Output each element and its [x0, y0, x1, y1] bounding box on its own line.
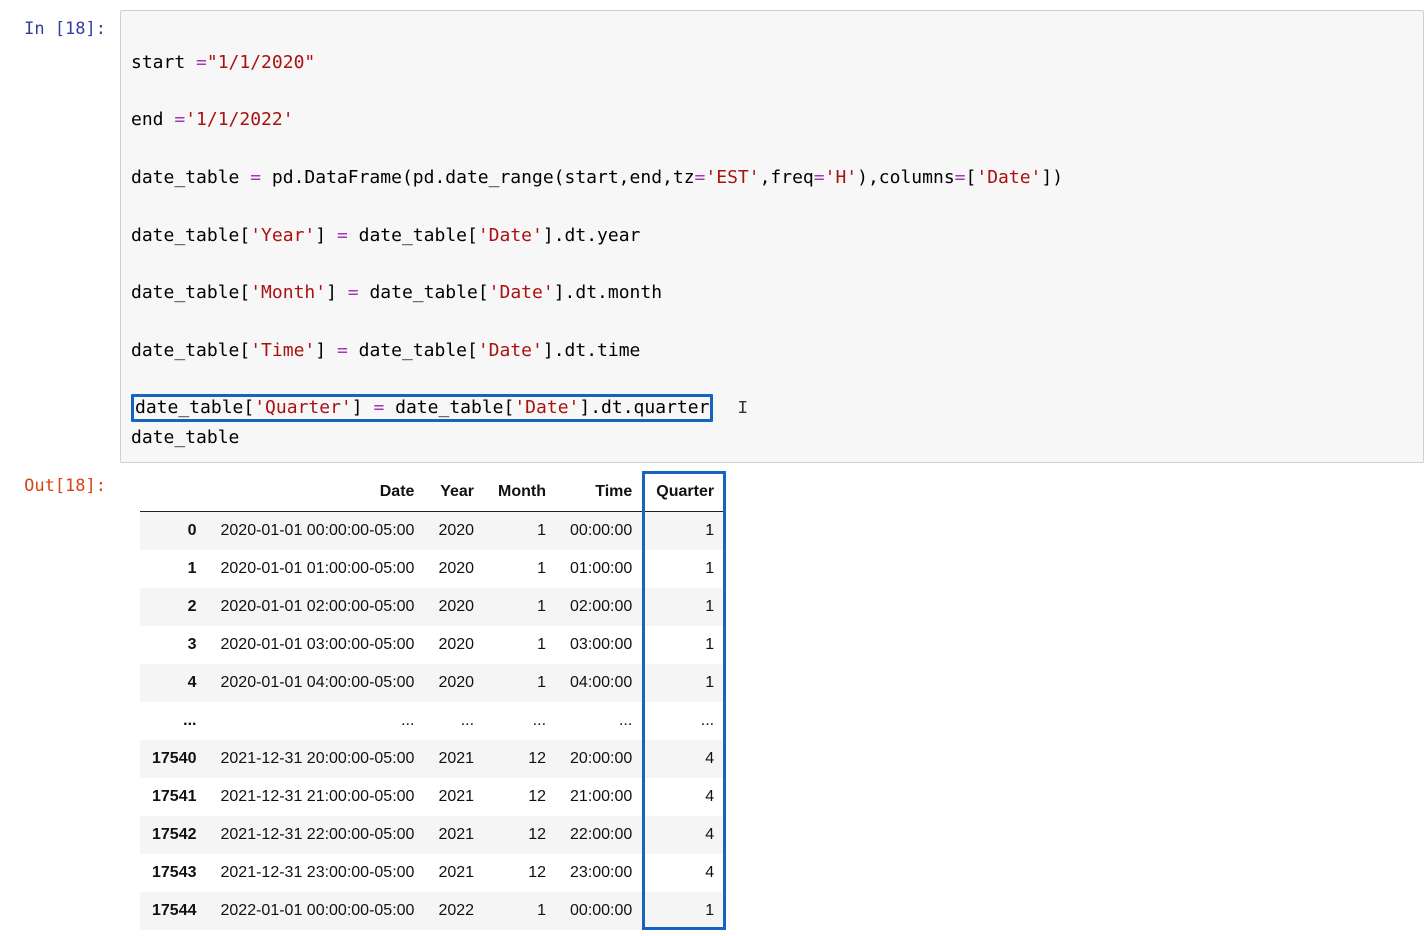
cell-date: 2021-12-31 21:00:00-05:00: [209, 778, 427, 816]
table-row: 175422021-12-31 22:00:00-05:0020211222:0…: [140, 816, 726, 854]
row-index: 3: [140, 626, 209, 664]
cell-month: ...: [486, 702, 558, 740]
row-index: 1: [140, 550, 209, 588]
row-index: 0: [140, 511, 209, 550]
cell-time: 00:00:00: [558, 892, 644, 930]
col-header-year: Year: [426, 473, 486, 512]
col-header-time: Time: [558, 473, 644, 512]
cell-month: 12: [486, 816, 558, 854]
cell-month: 12: [486, 854, 558, 892]
row-index: 4: [140, 664, 209, 702]
code-input-area[interactable]: start ="1/1/2020" end ='1/1/2022' date_t…: [120, 10, 1424, 463]
cell-date: ...: [209, 702, 427, 740]
col-header-month: Month: [486, 473, 558, 512]
cell-time: 02:00:00: [558, 588, 644, 626]
cell-time: 20:00:00: [558, 740, 644, 778]
table-row: 02020-01-01 00:00:00-05:002020100:00:001: [140, 511, 726, 550]
row-index: 17540: [140, 740, 209, 778]
cell-quarter: 1: [644, 588, 726, 626]
cell-date: 2021-12-31 23:00:00-05:00: [209, 854, 427, 892]
row-index: 2: [140, 588, 209, 626]
row-index: ...: [140, 702, 209, 740]
table-row: 42020-01-01 04:00:00-05:002020104:00:001: [140, 664, 726, 702]
col-header-index: [140, 473, 209, 512]
cell-date: 2020-01-01 00:00:00-05:00: [209, 511, 427, 550]
table-row: 175412021-12-31 21:00:00-05:0020211221:0…: [140, 778, 726, 816]
cell-month: 1: [486, 550, 558, 588]
col-header-date: Date: [209, 473, 427, 512]
cell-time: ...: [558, 702, 644, 740]
row-index: 17542: [140, 816, 209, 854]
cell-quarter: 4: [644, 816, 726, 854]
cell-year: ...: [426, 702, 486, 740]
cell-date: 2020-01-01 01:00:00-05:00: [209, 550, 427, 588]
cell-date: 2022-01-01 00:00:00-05:00: [209, 892, 427, 930]
cell-year: 2021: [426, 778, 486, 816]
table-row: 22020-01-01 02:00:00-05:002020102:00:001: [140, 588, 726, 626]
cell-quarter: 1: [644, 664, 726, 702]
notebook-output-cell: Out[18]: Date Year Month Time Quarter 02…: [0, 467, 1424, 933]
cell-quarter: 4: [644, 740, 726, 778]
cell-date: 2021-12-31 20:00:00-05:00: [209, 740, 427, 778]
cell-quarter: 4: [644, 854, 726, 892]
cell-quarter: 1: [644, 511, 726, 550]
cell-month: 12: [486, 740, 558, 778]
cell-month: 1: [486, 511, 558, 550]
table-row: 12020-01-01 01:00:00-05:002020101:00:001: [140, 550, 726, 588]
cell-year: 2020: [426, 511, 486, 550]
cell-quarter: 1: [644, 892, 726, 930]
cell-date: 2020-01-01 02:00:00-05:00: [209, 588, 427, 626]
dataframe-table: Date Year Month Time Quarter 02020-01-01…: [140, 473, 726, 930]
text-cursor-icon: I: [737, 395, 748, 424]
cell-date: 2020-01-01 03:00:00-05:00: [209, 626, 427, 664]
cell-month: 1: [486, 892, 558, 930]
cell-quarter: ...: [644, 702, 726, 740]
cell-month: 1: [486, 588, 558, 626]
row-index: 17544: [140, 892, 209, 930]
cell-year: 2020: [426, 664, 486, 702]
cell-time: 00:00:00: [558, 511, 644, 550]
input-prompt: In [18]:: [0, 10, 120, 40]
cell-year: 2020: [426, 626, 486, 664]
cell-date: 2021-12-31 22:00:00-05:00: [209, 816, 427, 854]
cell-year: 2020: [426, 588, 486, 626]
cell-quarter: 4: [644, 778, 726, 816]
cell-year: 2020: [426, 550, 486, 588]
cell-month: 1: [486, 664, 558, 702]
cell-year: 2021: [426, 854, 486, 892]
table-row: 175432021-12-31 23:00:00-05:0020211223:0…: [140, 854, 726, 892]
output-area: Date Year Month Time Quarter 02020-01-01…: [120, 467, 1424, 933]
row-index: 17543: [140, 854, 209, 892]
cell-time: 21:00:00: [558, 778, 644, 816]
table-row: ..................: [140, 702, 726, 740]
output-prompt: Out[18]:: [0, 467, 120, 497]
cell-time: 03:00:00: [558, 626, 644, 664]
table-header-row: Date Year Month Time Quarter: [140, 473, 726, 512]
cell-date: 2020-01-01 04:00:00-05:00: [209, 664, 427, 702]
cell-year: 2022: [426, 892, 486, 930]
cell-quarter: 1: [644, 626, 726, 664]
cell-year: 2021: [426, 816, 486, 854]
notebook-input-cell: In [18]: start ="1/1/2020" end ='1/1/202…: [0, 10, 1424, 463]
highlighted-code-line: date_table['Quarter'] = date_table['Date…: [131, 394, 713, 422]
col-header-quarter: Quarter: [644, 473, 726, 512]
cell-time: 01:00:00: [558, 550, 644, 588]
table-row: 175442022-01-01 00:00:00-05:002022100:00…: [140, 892, 726, 930]
cell-month: 12: [486, 778, 558, 816]
table-row: 175402021-12-31 20:00:00-05:0020211220:0…: [140, 740, 726, 778]
cell-time: 04:00:00: [558, 664, 644, 702]
cell-year: 2021: [426, 740, 486, 778]
cell-month: 1: [486, 626, 558, 664]
table-row: 32020-01-01 03:00:00-05:002020103:00:001: [140, 626, 726, 664]
cell-time: 23:00:00: [558, 854, 644, 892]
cell-quarter: 1: [644, 550, 726, 588]
cell-time: 22:00:00: [558, 816, 644, 854]
row-index: 17541: [140, 778, 209, 816]
